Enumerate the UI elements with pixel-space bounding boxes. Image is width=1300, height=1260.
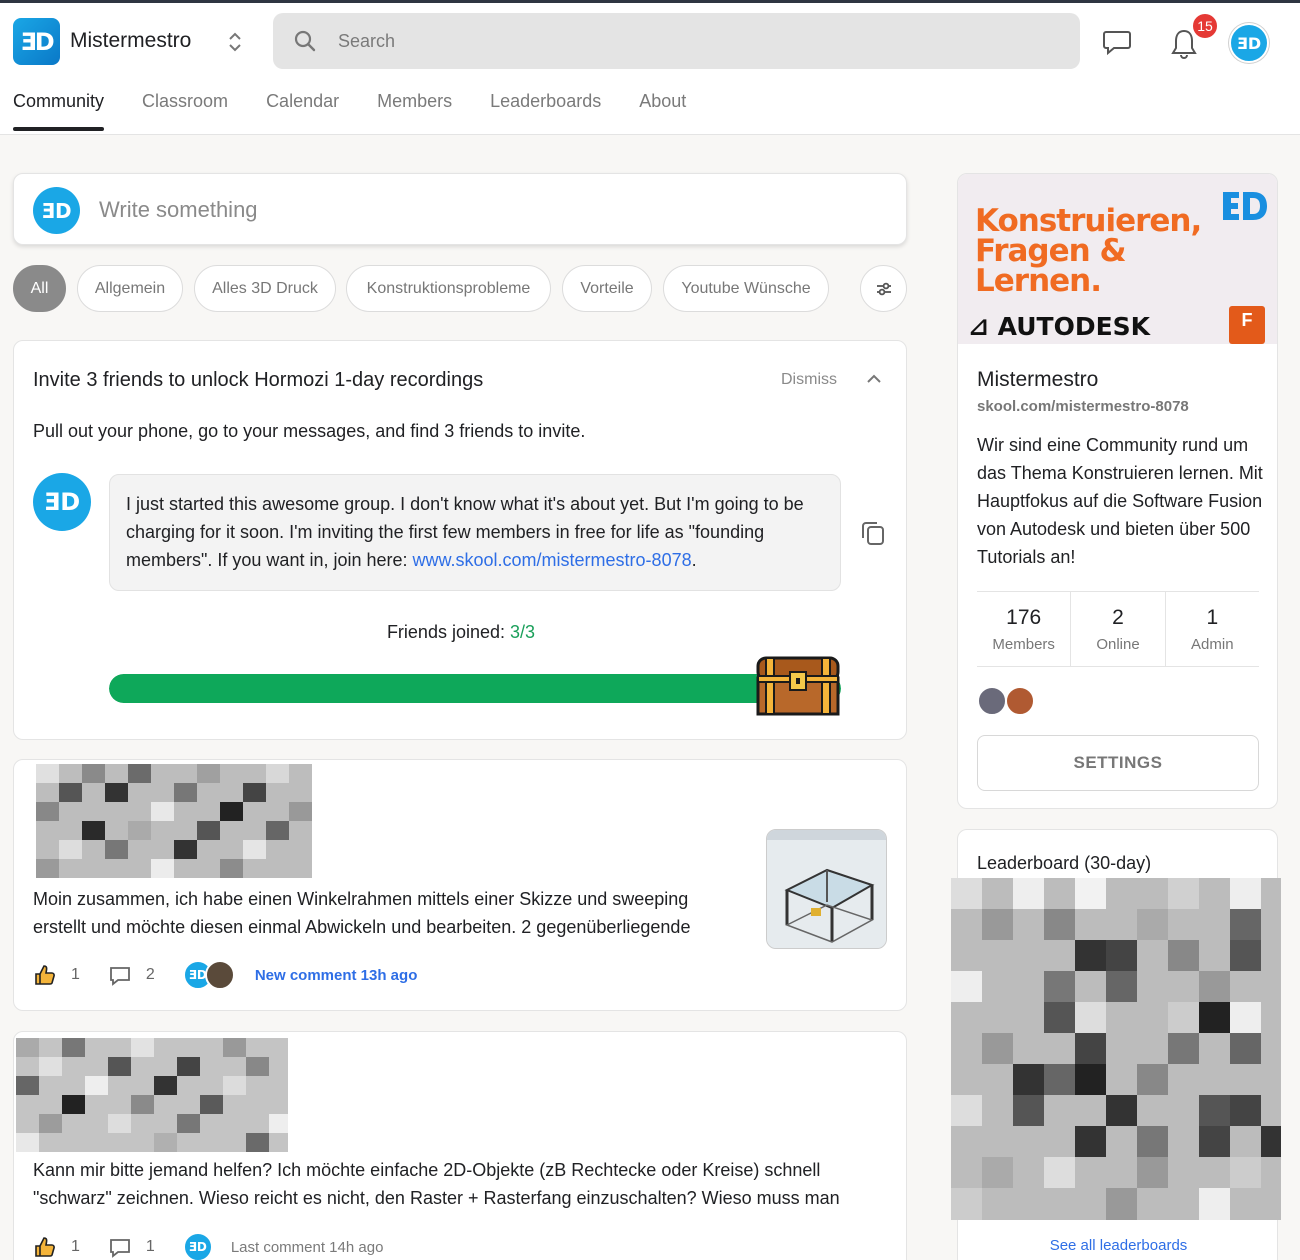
group-description: Wir sind eine Community rund um das Them… bbox=[977, 435, 1263, 567]
invite-avatar: ƎD bbox=[33, 473, 91, 531]
search-bar[interactable]: Search bbox=[273, 13, 1080, 69]
group-info-card: Konstruieren, Fragen & Lernen. ⊿ AUTODES… bbox=[957, 173, 1278, 809]
pixelated-leaderboard bbox=[951, 878, 1281, 1220]
fusion-icon: F bbox=[1229, 306, 1265, 344]
invite-link[interactable]: www.skool.com/mistermestro-8078 bbox=[413, 550, 692, 570]
autodesk-logo: ⊿ AUTODESK bbox=[968, 312, 1151, 341]
leaderboard-card: Leaderboard (30-day) See all leaderboard… bbox=[951, 829, 1281, 1260]
stat-value: 2 bbox=[1112, 606, 1124, 629]
invite-progress-fill bbox=[109, 674, 841, 703]
settings-button[interactable]: SETTINGS bbox=[977, 735, 1259, 791]
pixelated-author-info bbox=[36, 764, 312, 878]
like-icon[interactable] bbox=[33, 1235, 57, 1259]
stat-members[interactable]: 176 Members bbox=[977, 592, 1072, 666]
category-3d-druck[interactable]: Alles 3D Druck bbox=[194, 265, 336, 312]
tab-leaderboards[interactable]: Leaderboards bbox=[490, 91, 601, 131]
app-header: ƎD Mistermestro Search 15 ƎD Community C… bbox=[0, 3, 1300, 135]
banner-line: Fragen & bbox=[975, 233, 1127, 269]
group-switcher-icon[interactable] bbox=[226, 29, 244, 55]
composer-placeholder[interactable]: Write something bbox=[99, 197, 258, 223]
category-allgemein[interactable]: Allgemein bbox=[77, 265, 183, 312]
category-all[interactable]: All bbox=[13, 265, 66, 312]
banner-line: Lernen. bbox=[975, 263, 1102, 299]
like-count: 1 bbox=[71, 1238, 80, 1255]
composer-avatar: ƎD bbox=[33, 187, 80, 234]
main-tabs: Community Classroom Calendar Members Lea… bbox=[13, 91, 724, 131]
tab-classroom[interactable]: Classroom bbox=[142, 91, 228, 131]
like-count: 1 bbox=[71, 966, 80, 983]
treasure-chest-icon bbox=[756, 656, 840, 716]
group-title: Mistermestro bbox=[977, 368, 1099, 391]
post-card[interactable]: Moin zusammen, ich habe einen Winkelrahm… bbox=[13, 759, 907, 1011]
post-thumbnail[interactable] bbox=[766, 829, 887, 949]
dismiss-button[interactable]: Dismiss bbox=[781, 371, 837, 389]
post-meta: 1 2 ƎD New comment 13h ago bbox=[33, 960, 417, 990]
category-youtube[interactable]: Youtube Wünsche bbox=[663, 265, 829, 312]
stat-value: 176 bbox=[1006, 606, 1042, 629]
comment-count: 1 bbox=[145, 1238, 155, 1255]
sliders-icon bbox=[876, 282, 891, 295]
commenter-avatar[interactable] bbox=[204, 960, 235, 990]
mistermestro-logo bbox=[1223, 192, 1267, 220]
category-vorteile[interactable]: Vorteile bbox=[562, 265, 652, 312]
avatar[interactable] bbox=[1005, 686, 1035, 716]
comment-icon[interactable] bbox=[108, 1235, 132, 1259]
stat-label: Members bbox=[992, 636, 1055, 653]
friends-joined-value: 3/3 bbox=[510, 622, 536, 642]
group-name[interactable]: Mistermestro bbox=[70, 29, 191, 53]
comment-count: 2 bbox=[145, 966, 155, 983]
pixelated-author-info bbox=[16, 1038, 288, 1152]
comment-icon[interactable] bbox=[108, 963, 132, 987]
chevron-up-icon[interactable] bbox=[866, 371, 882, 387]
invite-progress-bar bbox=[109, 674, 841, 703]
chat-icon[interactable] bbox=[1102, 28, 1132, 56]
activity-link[interactable]: New comment 13h ago bbox=[255, 967, 418, 984]
post-meta: 1 1 ƎD Last comment 14h ago bbox=[33, 1232, 383, 1260]
invite-card: Invite 3 friends to unlock Hormozi 1-day… bbox=[13, 340, 907, 740]
online-avatars bbox=[977, 686, 1035, 716]
group-stats: 176 Members 2 Online 1 Admin bbox=[977, 591, 1259, 667]
like-icon[interactable] bbox=[33, 963, 57, 987]
search-input[interactable]: Search bbox=[338, 31, 395, 52]
commenter-avatar[interactable]: ƎD bbox=[182, 1232, 213, 1260]
post-body[interactable]: Moin zusammen, ich habe einen Winkelrahm… bbox=[33, 885, 733, 941]
invite-subtitle: Pull out your phone, go to your messages… bbox=[33, 421, 586, 441]
copy-icon[interactable] bbox=[859, 518, 887, 548]
tab-about[interactable]: About bbox=[639, 91, 686, 131]
category-konstruktionsprobleme[interactable]: Konstruktionsprobleme bbox=[346, 265, 551, 312]
activity-text: Last comment 14h ago bbox=[230, 1238, 384, 1256]
group-banner: Konstruieren, Fragen & Lernen. ⊿ AUTODES… bbox=[958, 174, 1277, 344]
filter-settings-button[interactable] bbox=[860, 265, 907, 312]
stat-label: Online bbox=[1096, 636, 1140, 653]
invite-message: I just started this awesome group. I don… bbox=[109, 474, 841, 591]
post-composer[interactable]: ƎD Write something bbox=[13, 173, 907, 245]
stat-online[interactable]: 2 Online bbox=[1071, 592, 1166, 666]
tab-members[interactable]: Members bbox=[377, 91, 452, 131]
notification-badge: 15 bbox=[1191, 12, 1219, 40]
search-icon bbox=[294, 30, 316, 52]
group-url[interactable]: skool.com/mistermestro-8078 bbox=[977, 398, 1189, 415]
post-card[interactable]: Kann mir bitte jemand helfen? Ich möchte… bbox=[13, 1031, 907, 1260]
leaderboard-title: Leaderboard (30-day) bbox=[977, 853, 1152, 873]
friends-joined-label: Friends joined: bbox=[386, 622, 511, 642]
stat-value: 1 bbox=[1206, 606, 1219, 629]
user-avatar[interactable]: ƎD bbox=[1229, 23, 1269, 63]
post-body[interactable]: Kann mir bitte jemand helfen? Ich möchte… bbox=[33, 1156, 893, 1212]
banner-line: Konstruieren, bbox=[975, 203, 1202, 239]
stat-admin[interactable]: 1 Admin bbox=[1166, 592, 1259, 666]
tab-calendar[interactable]: Calendar bbox=[266, 91, 339, 131]
see-all-leaderboards-link[interactable]: See all leaderboards bbox=[958, 1237, 1279, 1254]
avatar[interactable] bbox=[977, 686, 1007, 716]
friends-joined: Friends joined: 3/3 bbox=[14, 622, 908, 643]
tab-community[interactable]: Community bbox=[13, 91, 105, 131]
group-logo[interactable]: ƎD bbox=[13, 18, 60, 65]
invite-message-end: . bbox=[691, 550, 697, 570]
frame-model-image bbox=[767, 830, 886, 948]
stat-label: Admin bbox=[1191, 636, 1234, 653]
invite-title: Invite 3 friends to unlock Hormozi 1-day… bbox=[33, 369, 484, 391]
